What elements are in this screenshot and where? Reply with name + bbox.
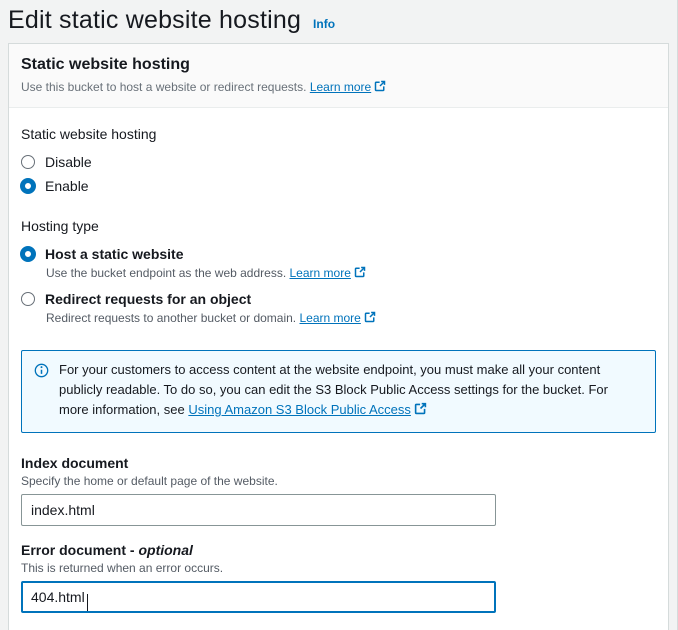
radio-option-host-static-website[interactable]: Host a static website <box>21 242 656 266</box>
option-description-text: Redirect requests to another bucket or d… <box>46 311 296 325</box>
radio-option-label: Enable <box>45 178 89 194</box>
hosting-type-option-description: Use the bucket endpoint as the web addre… <box>46 266 656 281</box>
hosting-toggle-label: Static website hosting <box>21 126 656 142</box>
radio-option-label: Disable <box>45 154 92 170</box>
card-header: Static website hosting Use this bucket t… <box>9 44 668 108</box>
radio-option-redirect-requests[interactable]: Redirect requests for an object <box>21 287 656 311</box>
text-cursor <box>87 594 88 611</box>
error-document-description: This is returned when an error occurs. <box>21 561 656 575</box>
optional-tag: optional <box>138 542 192 558</box>
radio-option-label: Host a static website <box>45 246 184 262</box>
error-document-input[interactable] <box>21 581 496 613</box>
static-website-hosting-card: Static website hosting Use this bucket t… <box>8 43 669 630</box>
alert-text: For your customers to access content at … <box>59 360 641 421</box>
host-static-learn-more-link[interactable]: Learn more <box>290 266 351 280</box>
error-document-field: Error document - optional This is return… <box>21 542 656 613</box>
error-document-label: Error document - optional <box>21 542 656 558</box>
error-document-label-text: Error document - <box>21 542 135 558</box>
card-description-text: Use this bucket to host a website or red… <box>21 80 306 94</box>
external-link-icon <box>364 312 376 326</box>
info-link[interactable]: Info <box>313 17 335 31</box>
card-title: Static website hosting <box>21 56 656 74</box>
page-title: Edit static website hosting <box>8 6 301 35</box>
hosting-type-option-description: Redirect requests to another bucket or d… <box>46 311 656 326</box>
block-public-access-link[interactable]: Using Amazon S3 Block Public Access <box>188 402 411 417</box>
index-document-label: Index document <box>21 455 656 471</box>
external-link-icon <box>414 403 427 418</box>
edit-static-website-hosting-page: Edit static website hosting Info Static … <box>0 0 678 630</box>
card-description: Use this bucket to host a website or red… <box>21 80 656 95</box>
radio-option-label: Redirect requests for an object <box>45 291 251 307</box>
hosting-type-label: Hosting type <box>21 218 656 234</box>
radio-option-disable[interactable]: Disable <box>21 150 656 174</box>
page-header: Edit static website hosting Info <box>0 0 677 43</box>
external-link-icon <box>354 267 366 281</box>
index-document-field: Index document Specify the home or defau… <box>21 455 656 526</box>
error-document-input-wrap <box>21 581 496 613</box>
index-document-input[interactable] <box>21 494 496 526</box>
radio-unselected-icon[interactable] <box>21 155 35 169</box>
redirect-learn-more-link[interactable]: Learn more <box>299 311 360 325</box>
card-body: Static website hosting Disable Enable Ho… <box>9 108 668 630</box>
external-link-icon <box>374 81 386 95</box>
public-access-info-alert: For your customers to access content at … <box>21 350 656 433</box>
radio-selected-icon[interactable] <box>20 178 36 194</box>
radio-option-enable[interactable]: Enable <box>21 174 656 198</box>
info-icon <box>34 360 49 421</box>
radio-selected-icon[interactable] <box>20 246 36 262</box>
option-description-text: Use the bucket endpoint as the web addre… <box>46 266 286 280</box>
index-document-description: Specify the home or default page of the … <box>21 474 656 488</box>
header-learn-more-link[interactable]: Learn more <box>310 80 371 94</box>
radio-unselected-icon[interactable] <box>21 292 35 306</box>
